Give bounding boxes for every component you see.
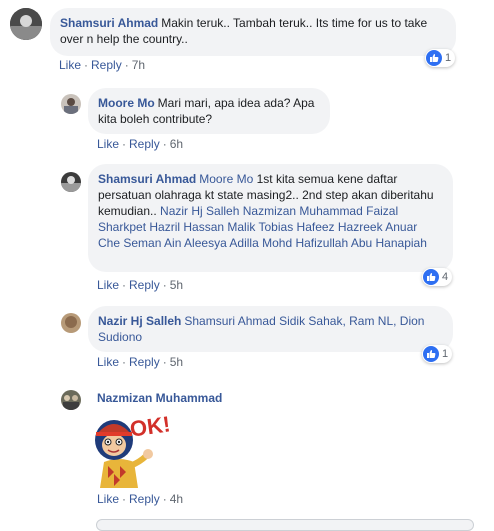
comment-actions: Like · Reply · 5h	[97, 278, 184, 292]
comment-bubble: Moore Mo Mari mari, apa idea ada? Apa kit…	[88, 88, 330, 134]
avatar-image	[61, 172, 81, 192]
timestamp[interactable]: 5h	[170, 278, 183, 292]
timestamp[interactable]: 4h	[170, 492, 183, 506]
reply-link[interactable]: Reply	[129, 492, 160, 506]
timestamp[interactable]: 7h	[132, 58, 145, 72]
avatar-image	[10, 8, 42, 40]
timestamp[interactable]: 5h	[170, 355, 183, 369]
like-link[interactable]: Like	[97, 355, 119, 369]
reaction-number: 1	[442, 348, 449, 360]
reaction-number: 1	[445, 52, 452, 64]
reply-link[interactable]: Reply	[91, 58, 122, 72]
comment-bubble: Nazir Hj Salleh Shamsuri Ahmad Sidik Saha…	[88, 306, 453, 352]
like-link[interactable]: Like	[97, 137, 119, 151]
avatar-image	[61, 94, 81, 114]
ok-sticker[interactable]: OK!	[86, 408, 172, 490]
avatar-image	[61, 390, 81, 410]
comment-actions: Like · Reply · 4h	[97, 492, 184, 506]
like-link[interactable]: Like	[59, 58, 81, 72]
avatar-image	[61, 313, 81, 333]
avatar[interactable]	[61, 172, 81, 192]
comment-bubble: Shamsuri Ahmad Makin teruk.. Tambah teruk…	[50, 8, 456, 56]
reply-link[interactable]: Reply	[129, 355, 160, 369]
timestamp[interactable]: 6h	[170, 137, 183, 151]
comment-actions: Like · Reply · 7h	[59, 58, 146, 72]
avatar[interactable]	[10, 8, 42, 40]
comment-author[interactable]: Nazmizan Muhammad	[97, 391, 222, 405]
reaction-count[interactable]: 1	[422, 345, 453, 363]
reaction-number: 4	[442, 271, 449, 283]
comment-author[interactable]: Moore Mo	[98, 96, 155, 110]
comment-actions: Like · Reply · 5h	[97, 355, 184, 369]
comment-author[interactable]: Shamsuri Ahmad	[98, 172, 196, 186]
avatar[interactable]	[61, 390, 81, 410]
reply-link[interactable]: Reply	[129, 137, 160, 151]
comment-bubble: Shamsuri Ahmad Moore Mo 1st kita semua ke…	[88, 164, 453, 272]
like-link[interactable]: Like	[97, 492, 119, 506]
like-thumb-icon	[426, 50, 442, 66]
like-thumb-icon	[423, 346, 439, 362]
sticker-text: OK!	[128, 411, 172, 442]
comment-actions: Like · Reply · 6h	[97, 137, 184, 151]
comment-author[interactable]: Nazir Hj Salleh	[98, 314, 181, 328]
comment-author[interactable]: Shamsuri Ahmad	[60, 16, 158, 30]
reaction-count[interactable]: 1	[425, 49, 456, 67]
like-link[interactable]: Like	[97, 278, 119, 292]
avatar[interactable]	[61, 94, 81, 114]
reaction-count[interactable]: 4	[422, 268, 453, 286]
reply-input-edge[interactable]	[96, 519, 474, 531]
avatar[interactable]	[61, 313, 81, 333]
like-thumb-icon	[423, 269, 439, 285]
mention-link[interactable]: Moore Mo	[199, 172, 253, 186]
reply-link[interactable]: Reply	[129, 278, 160, 292]
